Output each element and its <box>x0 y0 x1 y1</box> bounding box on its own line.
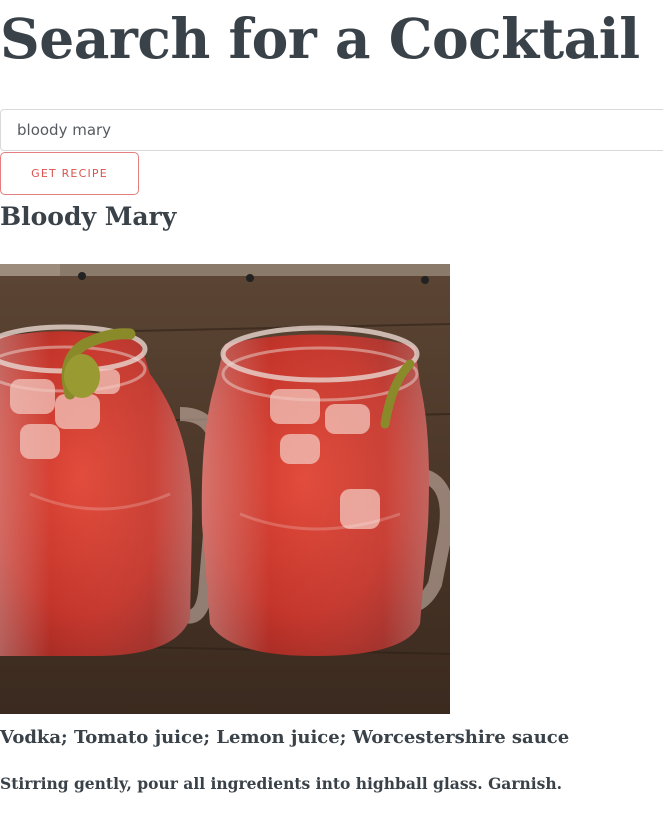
drink-photo <box>0 264 450 714</box>
drink-name: Bloody Mary <box>0 202 177 231</box>
page-title: Search for a Cocktail <box>0 6 640 71</box>
instructions-text: Stirring gently, pour all ingredients in… <box>0 774 563 793</box>
ingredients-text: Vodka; Tomato juice; Lemon juice; Worces… <box>0 727 570 748</box>
get-recipe-button[interactable]: GET RECIPE <box>0 152 139 195</box>
search-input[interactable] <box>0 109 663 151</box>
